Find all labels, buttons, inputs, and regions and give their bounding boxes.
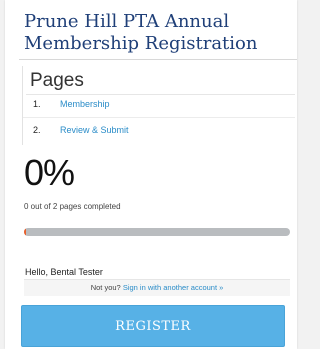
page-link-membership[interactable]: Membership [60,92,110,116]
form-title: Prune Hill PTA Annual Membership Registr… [24,11,258,54]
page-item-membership[interactable]: 1. Membership [23,92,295,116]
pages-completed-text: 0 out of 2 pages completed [24,202,121,211]
page-number: 1. [33,99,41,109]
progress-bar-fill [24,228,26,236]
greeting-text: Hello, Bental Tester [25,267,103,277]
pages-heading: Pages [30,70,84,91]
title-divider [19,59,297,60]
switch-account-link[interactable]: Sign in with another account » [123,283,223,292]
register-button[interactable]: REGISTER [21,305,285,347]
page-number: 2. [33,125,41,135]
switch-account-strip: Not you? Sign in with another account » [24,279,290,296]
progress-percent: 0% [24,152,75,193]
page-link-review-submit[interactable]: Review & Submit [60,118,129,142]
pages-panel: Pages 1. Membership 2. Review & Submit [22,66,295,145]
page-item-review-submit[interactable]: 2. Review & Submit [23,117,295,142]
form-card: Prune Hill PTA Annual Membership Registr… [5,0,297,349]
progress-bar [24,228,290,236]
not-you-text: Not you? [90,283,123,292]
account-box: Hello, Bental Tester Not you? Sign in wi… [24,263,290,296]
